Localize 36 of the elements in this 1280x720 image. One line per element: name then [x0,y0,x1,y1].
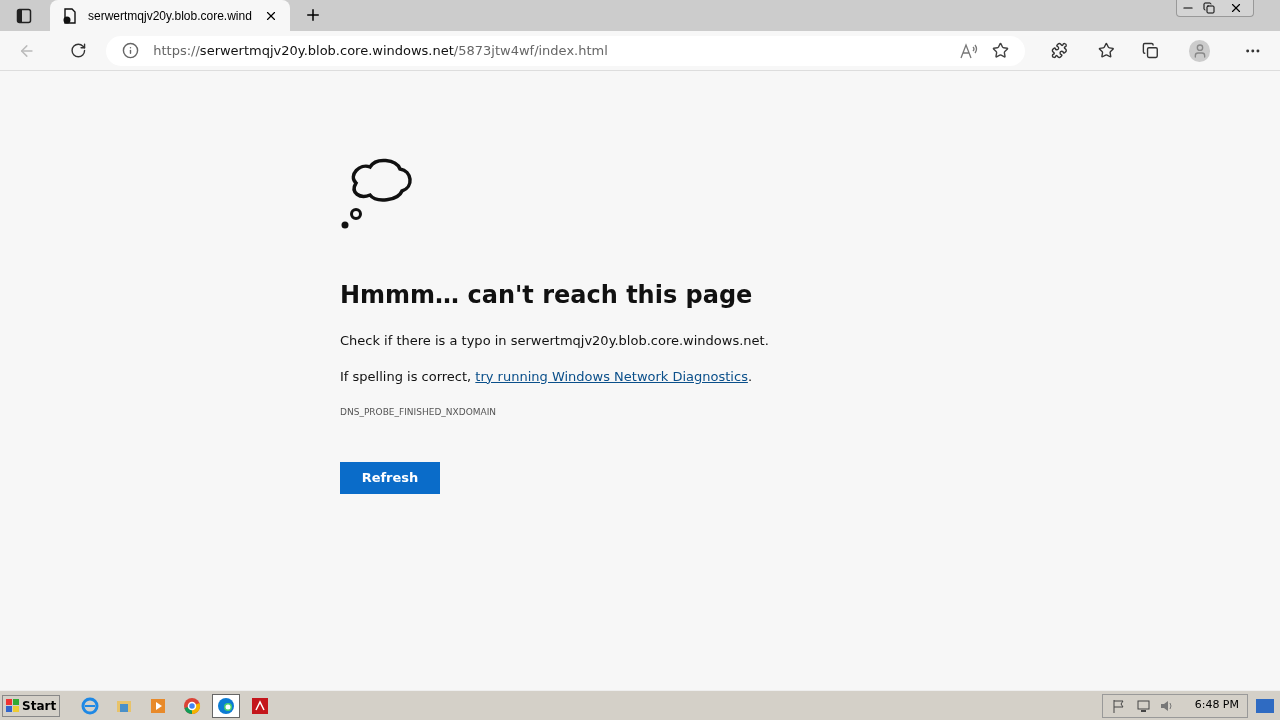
address-bar[interactable]: https://serwertmqjv20y.blob.core.windows.net/5873jtw4wf/index.html [106,35,1025,66]
tab-actions-icon[interactable] [16,7,32,24]
info-icon[interactable] [122,42,140,59]
browser-e-icon [81,696,100,715]
typo-hint: Check if there is a typo in serwertmqjv20y.blob.core.windows.net. [340,332,770,350]
read-aloud-icon[interactable] [959,42,978,59]
windows-logo-icon [6,698,20,713]
browser-tab[interactable]: serwertmqjv20y.blob.core.wind [50,0,290,31]
url-text: https://serwertmqjv20y.blob.core.windows.net/5873jtw4wf/index.html [153,41,609,60]
pdf-icon [251,696,270,715]
network-icon[interactable] [1134,697,1151,714]
diagnostics-link[interactable]: try running Windows Network Diagnostics [475,368,748,384]
play-icon [149,696,168,715]
profile-avatar[interactable] [1188,39,1211,62]
taskbar-app[interactable] [212,693,241,718]
extensions-icon[interactable] [1050,42,1068,59]
tab-title: serwertmqjv20y.blob.core.wind [88,7,253,25]
page-error-icon [62,7,78,24]
chrome-icon [183,696,202,715]
error-code: DNS_PROBE_FINISHED_NXDOMAIN [340,406,498,419]
show-desktop-icon[interactable] [1256,698,1274,713]
new-tab-icon[interactable] [304,6,322,24]
add-favorite-icon[interactable] [991,42,1009,59]
restore-icon[interactable] [1203,2,1215,14]
refresh-button[interactable]: Refresh [340,461,440,494]
close-icon[interactable] [1229,1,1243,15]
refresh-icon[interactable] [69,42,87,59]
collections-icon[interactable] [1142,42,1159,59]
favorites-icon[interactable] [1097,42,1115,59]
clock: 6:48 PM [1194,697,1239,714]
error-heading: Hmmm… can't reach this page [340,280,754,311]
edge-icon [217,696,236,715]
flag-icon[interactable] [1110,697,1127,714]
start-button[interactable]: Start [2,694,61,717]
thought-cloud-icon [340,157,414,231]
diagnostics-hint: If spelling is correct, try running Windows Network Diagnostics. [340,367,754,386]
